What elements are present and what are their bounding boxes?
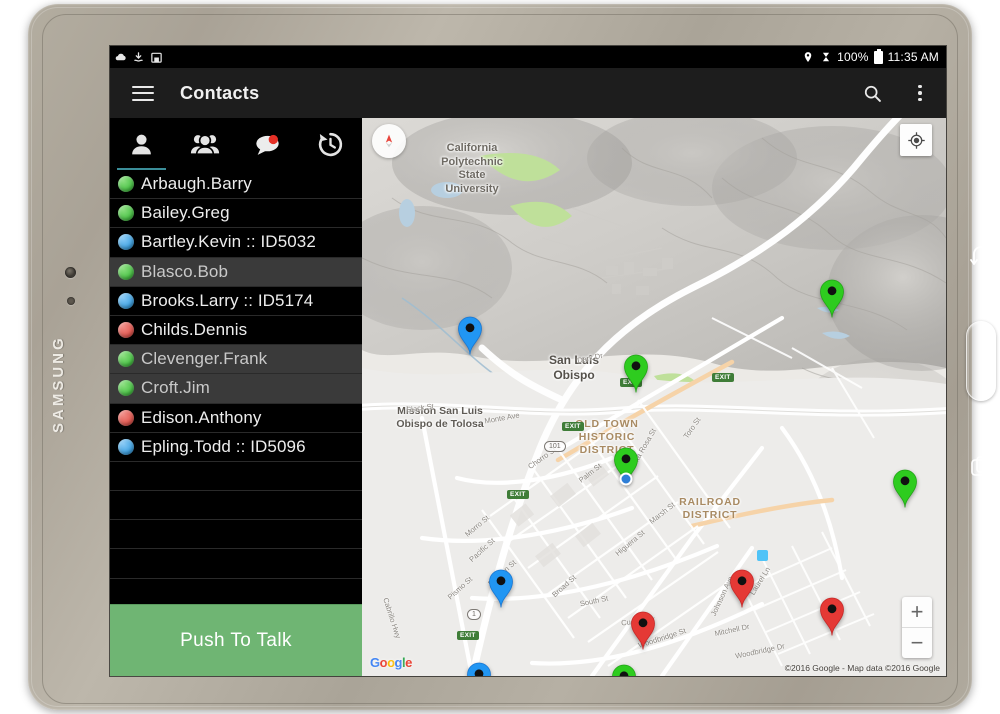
contact-row-empty bbox=[110, 520, 362, 550]
contact-name-label: Croft.Jim bbox=[141, 378, 210, 398]
map-marker-pin[interactable] bbox=[818, 278, 846, 318]
presence-status-dot bbox=[118, 292, 134, 309]
location-pin-icon bbox=[801, 51, 814, 64]
download-icon bbox=[132, 51, 145, 64]
tab-messages[interactable] bbox=[236, 118, 299, 170]
hourglass-icon bbox=[819, 51, 832, 64]
contact-name-label: Epling.Todd :: ID5096 bbox=[141, 436, 306, 456]
user-location-dot bbox=[619, 472, 633, 486]
search-icon[interactable] bbox=[860, 81, 884, 105]
tab-bar bbox=[110, 118, 362, 170]
recent-apps-key-icon[interactable] bbox=[966, 454, 996, 480]
map-exit-badge: EXIT bbox=[562, 422, 584, 431]
presence-status-dot bbox=[118, 380, 134, 397]
proximity-sensor-icon bbox=[67, 297, 75, 305]
clock-label: 11:35 AM bbox=[887, 50, 939, 64]
contact-name-label: Bailey.Greg bbox=[141, 203, 230, 223]
contact-row[interactable]: Arbaugh.Barry bbox=[110, 170, 362, 200]
push-to-talk-button[interactable]: Push To Talk bbox=[110, 604, 362, 676]
presence-status-dot bbox=[118, 205, 134, 222]
map-marker-pin[interactable] bbox=[728, 568, 756, 608]
contact-row-empty bbox=[110, 579, 362, 604]
contact-name-label: Edison.Anthony bbox=[141, 407, 262, 427]
presence-status-dot bbox=[118, 176, 134, 193]
battery-percent-label: 100% bbox=[837, 50, 869, 64]
map-highway-shield: 1 bbox=[467, 609, 481, 620]
zoom-out-button[interactable]: − bbox=[902, 628, 932, 658]
map-marker-pin[interactable] bbox=[891, 468, 919, 508]
app-bar: Contacts bbox=[110, 68, 946, 118]
tab-history[interactable] bbox=[299, 118, 362, 170]
contact-name-label: Childs.Dennis bbox=[141, 320, 248, 340]
map-marker-pin[interactable] bbox=[818, 596, 846, 636]
map-highway-shield: 101 bbox=[544, 441, 566, 452]
tablet-screen: 100% 11:35 AM Contacts Arbaugh.Barry Bai… bbox=[110, 46, 946, 676]
status-bar: 100% 11:35 AM bbox=[110, 46, 946, 68]
hamburger-menu-icon[interactable] bbox=[132, 85, 154, 101]
contact-row[interactable]: Croft.Jim bbox=[110, 374, 362, 404]
contact-row[interactable]: Bartley.Kevin :: ID5032 bbox=[110, 228, 362, 258]
presence-status-dot bbox=[118, 351, 134, 368]
chat-bubble-icon bbox=[253, 132, 282, 157]
map-marker-pin[interactable] bbox=[487, 568, 515, 608]
zoom-in-button[interactable]: + bbox=[902, 597, 932, 627]
contact-row[interactable]: Bailey.Greg bbox=[110, 199, 362, 229]
contact-row[interactable]: Blasco.Bob bbox=[110, 257, 362, 287]
tab-contacts[interactable] bbox=[110, 118, 173, 170]
contacts-sidebar: Arbaugh.BarryBailey.GregBartley.Kevin ::… bbox=[110, 118, 362, 676]
map-canvas bbox=[362, 118, 946, 676]
map-exit-badge: EXIT bbox=[712, 373, 734, 382]
google-logo: Google bbox=[370, 655, 412, 670]
contact-name-label: Blasco.Bob bbox=[141, 261, 228, 281]
tablet-device: SAMSUNG 100% 11:35 AM Contacts Arbaugh.B… bbox=[28, 4, 996, 710]
contact-row[interactable]: Brooks.Larry :: ID5174 bbox=[110, 287, 362, 316]
contact-row[interactable]: Childs.Dennis bbox=[110, 316, 362, 346]
map-exit-badge: EXIT bbox=[456, 631, 479, 640]
front-camera-icon bbox=[65, 267, 76, 278]
map-marker-pin[interactable] bbox=[456, 315, 484, 355]
status-indicators: 100% 11:35 AM bbox=[801, 48, 939, 64]
main-content: Arbaugh.BarryBailey.GregBartley.Kevin ::… bbox=[110, 118, 946, 676]
presence-status-dot bbox=[118, 263, 134, 280]
history-clock-icon bbox=[317, 131, 344, 158]
contact-row[interactable]: Epling.Todd :: ID5096 bbox=[110, 433, 362, 462]
screenshot-icon bbox=[150, 51, 163, 64]
contact-row[interactable]: Edison.Anthony bbox=[110, 404, 362, 433]
home-key[interactable] bbox=[966, 321, 996, 401]
presence-status-dot bbox=[118, 409, 134, 426]
map-marker-pin[interactable] bbox=[610, 663, 638, 676]
contact-name-label: Bartley.Kevin :: ID5032 bbox=[141, 232, 316, 252]
tab-groups[interactable] bbox=[173, 118, 236, 170]
contact-list[interactable]: Arbaugh.BarryBailey.GregBartley.Kevin ::… bbox=[110, 170, 362, 604]
map-marker-pin[interactable] bbox=[629, 610, 657, 650]
battery-full-icon bbox=[873, 48, 883, 64]
notification-icons bbox=[114, 51, 163, 64]
map-zoom-controls[interactable]: + − bbox=[902, 597, 932, 658]
presence-status-dot bbox=[118, 438, 134, 455]
compass-icon[interactable] bbox=[372, 124, 406, 158]
map-attribution: ©2016 Google - Map data ©2016 Google bbox=[784, 663, 940, 673]
presence-status-dot bbox=[118, 322, 134, 339]
overflow-menu-icon[interactable] bbox=[908, 81, 932, 105]
map-exit-badge: EXIT bbox=[507, 490, 529, 499]
contact-name-label: Brooks.Larry :: ID5174 bbox=[141, 290, 314, 310]
group-icon bbox=[190, 131, 220, 158]
back-key-icon[interactable] bbox=[966, 244, 996, 270]
cloud-icon bbox=[114, 51, 127, 64]
map-marker-pin[interactable] bbox=[465, 661, 493, 676]
contact-name-label: Arbaugh.Barry bbox=[141, 174, 252, 194]
contact-row-empty bbox=[110, 491, 362, 521]
map-view[interactable]: + − Google ©2016 Google - Map data ©2016… bbox=[362, 118, 946, 676]
contact-row[interactable]: Clevenger.Frank bbox=[110, 345, 362, 375]
my-location-crosshair-icon[interactable] bbox=[900, 124, 932, 156]
page-title: Contacts bbox=[180, 82, 260, 103]
contact-name-label: Clevenger.Frank bbox=[141, 349, 268, 369]
contact-row-empty bbox=[110, 462, 362, 492]
samsung-brand-logo: SAMSUNG bbox=[50, 335, 67, 433]
app-bar-actions bbox=[860, 81, 932, 105]
person-icon bbox=[128, 131, 155, 158]
map-marker-pin[interactable] bbox=[622, 353, 650, 393]
contact-row-empty bbox=[110, 549, 362, 579]
presence-status-dot bbox=[118, 234, 134, 251]
